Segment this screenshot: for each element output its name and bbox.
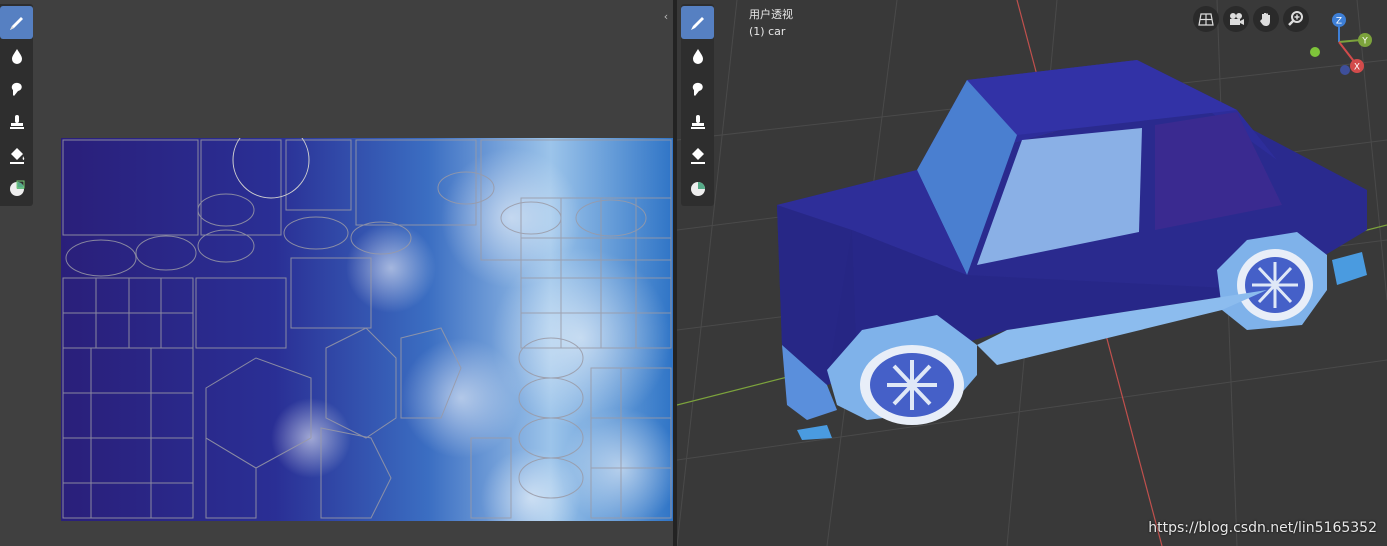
viewport-paint-toolbar (681, 4, 714, 206)
draw-brush-tool[interactable] (0, 6, 33, 39)
soften-tool[interactable] (681, 39, 714, 72)
pan-view-button[interactable] (1253, 6, 1279, 32)
camera-view-button[interactable] (1223, 6, 1249, 32)
smear-icon (11, 82, 22, 96)
fill-icon (9, 147, 24, 164)
clone-tool[interactable] (681, 105, 714, 138)
clone-tool[interactable] (0, 105, 33, 138)
soften-icon (692, 48, 703, 64)
camera-icon (1230, 13, 1244, 25)
toggle-ortho-button[interactable] (1193, 6, 1219, 32)
fill-tool[interactable] (681, 138, 714, 171)
paint-toolbar (0, 4, 33, 206)
mask-icon (9, 180, 24, 196)
3d-viewport-pane[interactable]: 用户透视 (1) car Z Y X https://blog.csdn.net… (677, 0, 1387, 546)
soften-tool[interactable] (0, 39, 33, 72)
gizmo-z-label: Z (1336, 17, 1342, 27)
gizmo-y-label: Y (1361, 37, 1368, 47)
fill-tool[interactable] (0, 138, 33, 171)
gizmo-x-label: X (1354, 63, 1360, 73)
fill-icon (690, 147, 705, 164)
car-model[interactable] (777, 60, 1367, 440)
viewport-perspective-label: 用户透视 (749, 8, 793, 21)
soften-icon (11, 48, 22, 64)
clone-stamp-icon (690, 114, 705, 129)
watermark-text: https://blog.csdn.net/lin5165352 (1148, 520, 1377, 536)
image-editor-pane: ‹ (0, 0, 673, 546)
hand-pan-icon (1260, 13, 1270, 26)
draw-brush-tool[interactable] (681, 6, 714, 39)
gizmo-neg-z[interactable] (1340, 65, 1350, 75)
clone-stamp-icon (9, 114, 24, 129)
grid-view-icon (1198, 13, 1214, 26)
active-object-label: (1) car (749, 25, 786, 38)
draw-brush-icon (9, 16, 23, 30)
uv-texture-canvas[interactable] (61, 138, 673, 521)
sidebar-toggle-icon[interactable]: ‹ (661, 10, 671, 24)
smear-tool[interactable] (0, 72, 33, 105)
mask-tool[interactable] (0, 171, 33, 204)
mask-tool[interactable] (681, 171, 714, 204)
gizmo-neg-y[interactable] (1310, 47, 1320, 57)
navigation-gizmo[interactable]: Z Y X (1299, 8, 1379, 78)
draw-brush-icon (690, 16, 704, 30)
viewport-scene[interactable] (677, 0, 1387, 546)
smear-tool[interactable] (681, 72, 714, 105)
smear-icon (692, 82, 703, 96)
mask-icon (690, 181, 705, 196)
